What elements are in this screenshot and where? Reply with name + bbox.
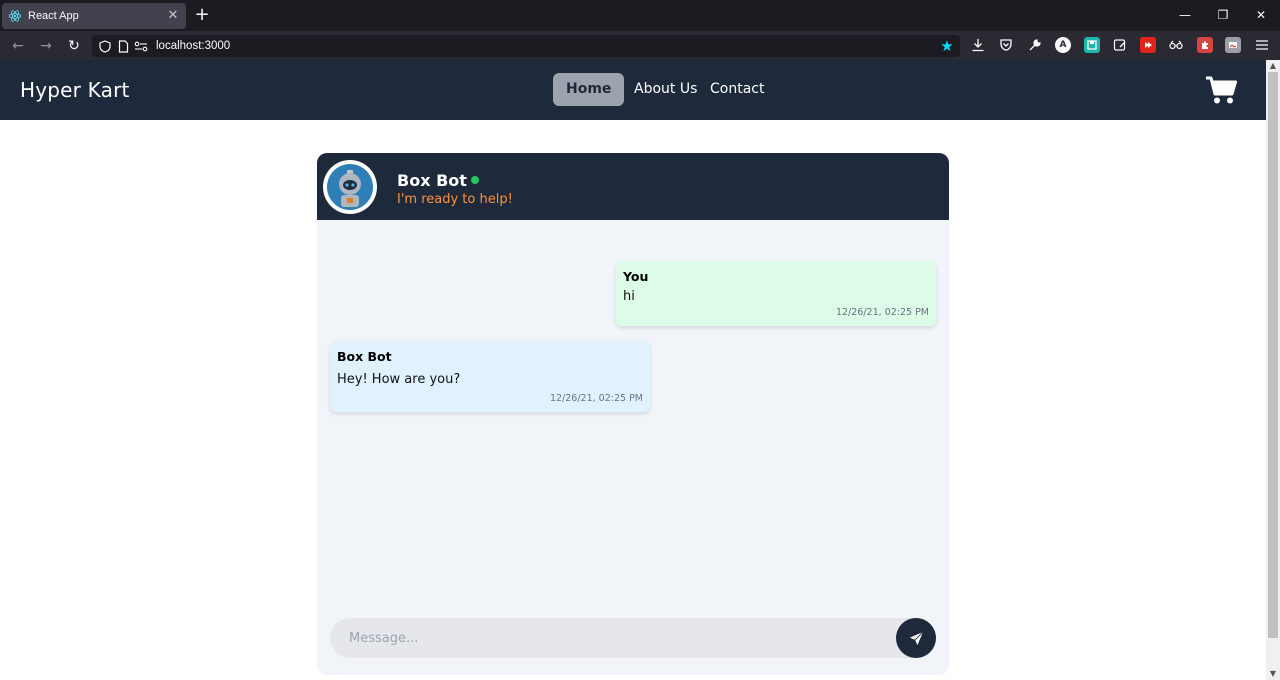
- bot-avatar: [323, 160, 377, 214]
- nav-home[interactable]: Home: [553, 73, 625, 106]
- send-icon: [909, 631, 923, 645]
- bot-name: Box Bot: [397, 171, 467, 190]
- send-button[interactable]: [896, 618, 936, 658]
- download-icon[interactable]: [970, 37, 986, 53]
- user-message: You hi 12/26/21, 02:25 PM: [616, 261, 936, 326]
- bot-message: Box Bot Hey! How are you? 12/26/21, 02:2…: [330, 341, 650, 412]
- tab-close-icon[interactable]: ✕: [166, 9, 180, 23]
- shield-icon[interactable]: [98, 39, 112, 53]
- brand-logo[interactable]: Hyper Kart: [20, 78, 130, 102]
- cart-icon[interactable]: [1205, 75, 1237, 105]
- forward-button[interactable]: →: [36, 36, 56, 56]
- message-sender: Box Bot: [337, 349, 392, 364]
- extension-puzzle-icon[interactable]: [1197, 37, 1213, 53]
- wrench-icon[interactable]: [1027, 37, 1043, 53]
- tab-title: React App: [28, 10, 79, 22]
- minimize-button[interactable]: —: [1176, 6, 1194, 24]
- message-timestamp: 12/26/21, 02:25 PM: [549, 393, 643, 404]
- message-timestamp: 12/26/21, 02:25 PM: [835, 307, 929, 318]
- url-bar[interactable]: localhost:3000 ★: [92, 35, 960, 57]
- scroll-thumb[interactable]: [1268, 72, 1278, 638]
- chat-window: Box Bot I'm ready to help! You hi 12/26/…: [317, 153, 949, 675]
- scroll-down-icon[interactable]: ▼: [1266, 668, 1280, 680]
- reload-button[interactable]: ↻: [64, 36, 84, 56]
- page-scrollbar[interactable]: ▲ ▼: [1266, 60, 1280, 680]
- new-tab-button[interactable]: +: [193, 5, 211, 25]
- message-sender: You: [623, 269, 649, 284]
- online-status-dot: [471, 176, 479, 184]
- chat-header: Box Bot I'm ready to help!: [317, 153, 949, 220]
- back-button[interactable]: ←: [8, 36, 28, 56]
- connection-icon[interactable]: [134, 39, 148, 53]
- extension-glasses-icon[interactable]: [1168, 37, 1184, 53]
- extension-image-icon[interactable]: [1225, 37, 1241, 53]
- nav-contact[interactable]: Contact: [697, 73, 777, 106]
- message-text: Hey! How are you?: [337, 372, 461, 387]
- pocket-icon[interactable]: [998, 37, 1014, 53]
- bookmark-star-icon[interactable]: ★: [938, 37, 956, 55]
- extension-video-icon[interactable]: [1140, 37, 1156, 53]
- browser-tab[interactable]: React App ✕: [2, 3, 186, 29]
- scroll-up-icon[interactable]: ▲: [1266, 60, 1280, 72]
- browser-toolbar: ← → ↻ localhost:3000 ★ A: [0, 31, 1280, 60]
- message-input[interactable]: [330, 618, 896, 658]
- menu-hamburger-icon[interactable]: [1254, 37, 1270, 53]
- extension-edit-icon[interactable]: [1112, 37, 1128, 53]
- browser-tab-bar: React App ✕ + — ❐ ✕: [0, 0, 1280, 31]
- extension-a-icon[interactable]: A: [1055, 37, 1071, 53]
- app-header: Hyper Kart Home About Us Contact: [0, 60, 1266, 120]
- restore-button[interactable]: ❐: [1214, 6, 1232, 24]
- bot-status: I'm ready to help!: [397, 192, 513, 207]
- message-text: hi: [623, 289, 635, 304]
- extension-save-icon[interactable]: [1084, 37, 1100, 53]
- robot-icon: [339, 170, 361, 207]
- close-window-button[interactable]: ✕: [1252, 6, 1270, 24]
- message-composer: [330, 618, 936, 658]
- url-text: localhost:3000: [156, 40, 231, 52]
- react-icon: [8, 9, 22, 23]
- page-icon[interactable]: [116, 39, 130, 53]
